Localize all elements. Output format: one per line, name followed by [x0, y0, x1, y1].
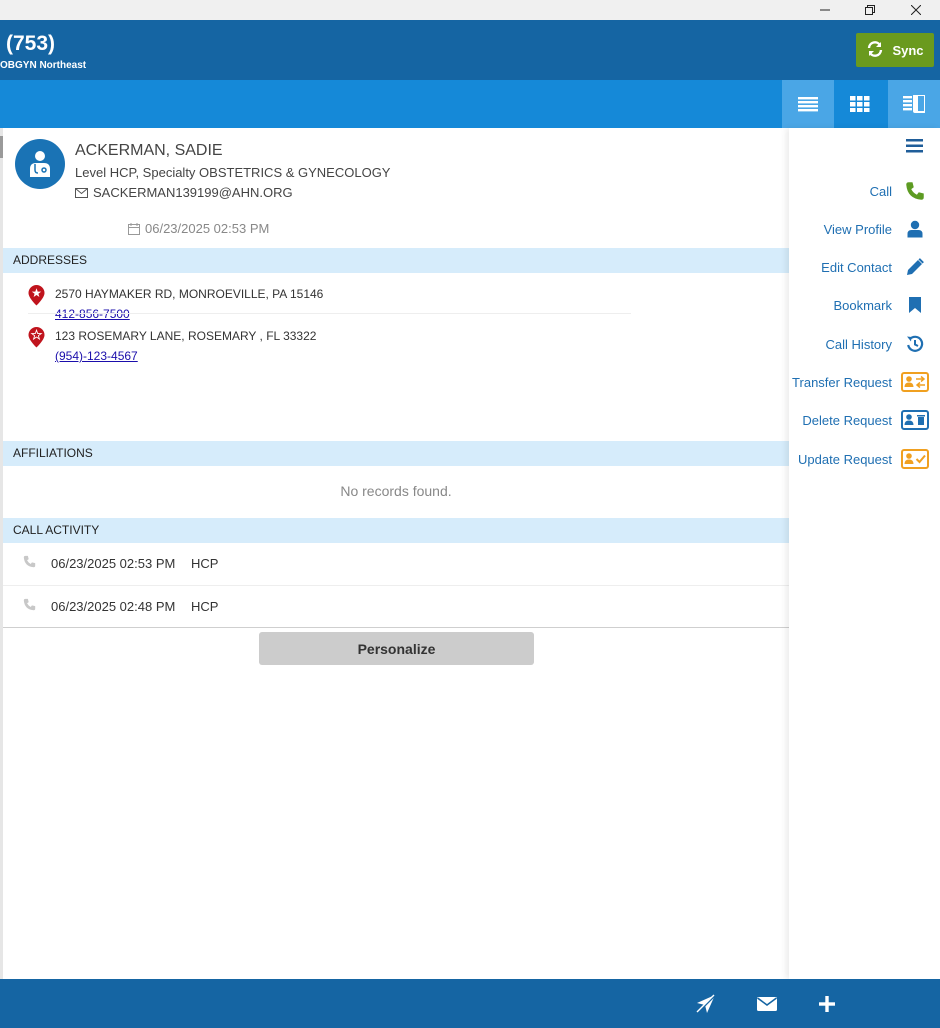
action-label: View Profile [823, 221, 892, 237]
action-delete-request[interactable]: Delete Request [789, 405, 940, 435]
last-call-date-row: 06/23/2025 02:53 PM [128, 221, 269, 236]
sync-label: Sync [892, 42, 924, 58]
doctor-avatar-icon [15, 139, 65, 189]
close-icon[interactable] [893, 0, 939, 20]
call-activity-row[interactable]: 06/23/2025 02:48 PM HCP [3, 585, 789, 627]
action-label: Call [869, 183, 892, 199]
section-header-call-activity: CALL ACTIVITY [3, 518, 789, 543]
section-header-addresses: ADDRESSES [3, 248, 789, 273]
action-view-profile[interactable]: View Profile [789, 214, 940, 244]
action-call[interactable]: Call [789, 176, 940, 206]
restore-icon[interactable] [847, 0, 893, 20]
grid-view-icon [850, 96, 870, 112]
contact-detail-panel: ACKERMAN, SADIE Level HCP, Specialty OBS… [0, 128, 789, 979]
user-icon [900, 220, 930, 238]
transfer-card-icon [900, 372, 930, 392]
no-location-icon[interactable] [693, 991, 719, 1017]
sync-icon [866, 40, 884, 60]
action-label: Call History [825, 336, 892, 352]
call-type: HCP [191, 555, 219, 571]
action-edit-contact[interactable]: Edit Contact [789, 252, 940, 282]
address-divider [28, 313, 631, 314]
split-view-icon [903, 95, 925, 113]
contact-specialty: Level HCP, Specialty OBSTETRICS & GYNECO… [75, 165, 391, 180]
window-titlebar [0, 0, 940, 20]
section-header-affiliations: AFFILIATIONS [3, 441, 789, 466]
personalize-button[interactable]: Personalize [259, 632, 534, 665]
contact-name: ACKERMAN, SADIE [75, 142, 223, 159]
sync-button[interactable]: Sync [856, 33, 934, 67]
affiliations-empty-text: No records found. [340, 483, 452, 499]
action-update-request[interactable]: Update Request [789, 444, 940, 474]
action-label: Update Request [798, 451, 892, 467]
app-header: (753) OBGYN Northeast Sync [0, 20, 940, 80]
phone-icon [23, 555, 51, 571]
grid-view-button[interactable] [834, 80, 886, 128]
map-pin-icon [28, 285, 45, 306]
action-call-history[interactable]: Call History [789, 329, 940, 359]
pencil-icon [900, 258, 930, 276]
update-card-icon [900, 449, 930, 469]
action-label: Transfer Request [792, 374, 892, 390]
action-sidebar: Call View Profile Edit Contact Bookmark … [789, 128, 940, 979]
action-bookmark[interactable]: Bookmark [789, 290, 940, 320]
address-phone-link[interactable]: 412-856-7500 [55, 307, 130, 321]
phone-icon [900, 181, 930, 201]
call-activity-row[interactable]: 06/23/2025 02:53 PM HCP [3, 542, 789, 584]
contact-email: SACKERMAN139199@AHN.ORG [93, 185, 293, 200]
hamburger-menu-icon[interactable] [906, 138, 924, 156]
list-view-button[interactable] [782, 80, 834, 128]
app-footer [0, 979, 940, 1028]
envelope-icon [75, 187, 88, 198]
phone-icon [23, 598, 51, 614]
action-label: Edit Contact [821, 259, 892, 275]
calendar-icon [128, 222, 140, 235]
call-timestamp: 06/23/2025 02:53 PM [51, 555, 176, 571]
call-type: HCP [191, 598, 219, 614]
contact-email-row[interactable]: SACKERMAN139199@AHN.ORG [75, 185, 293, 200]
call-timestamp: 06/23/2025 02:48 PM [51, 598, 176, 614]
territory-name: OBGYN Northeast [0, 60, 87, 71]
map-pin-icon [28, 327, 45, 348]
address-line: 123 ROSEMARY LANE, ROSEMARY , FL 33322 [55, 329, 317, 343]
action-label: Delete Request [802, 412, 892, 428]
action-label: Bookmark [833, 297, 892, 313]
delete-card-icon [900, 410, 930, 430]
bookmark-icon [900, 296, 930, 314]
mail-icon[interactable] [754, 991, 780, 1017]
last-call-date: 06/23/2025 02:53 PM [145, 221, 270, 236]
view-toolbar [0, 80, 940, 128]
action-transfer-request[interactable]: Transfer Request [789, 367, 940, 397]
split-view-button[interactable] [888, 80, 940, 128]
minimize-icon[interactable] [802, 0, 848, 20]
history-icon [900, 335, 930, 353]
address-line: 2570 HAYMAKER RD, MONROEVILLE, PA 15146 [55, 287, 324, 301]
list-view-icon [798, 97, 818, 112]
address-phone-link[interactable]: (954)-123-4567 [55, 349, 138, 363]
contact-count: (753) [6, 32, 56, 55]
call-list-bottom-border [3, 627, 789, 628]
plus-icon[interactable] [814, 991, 840, 1017]
